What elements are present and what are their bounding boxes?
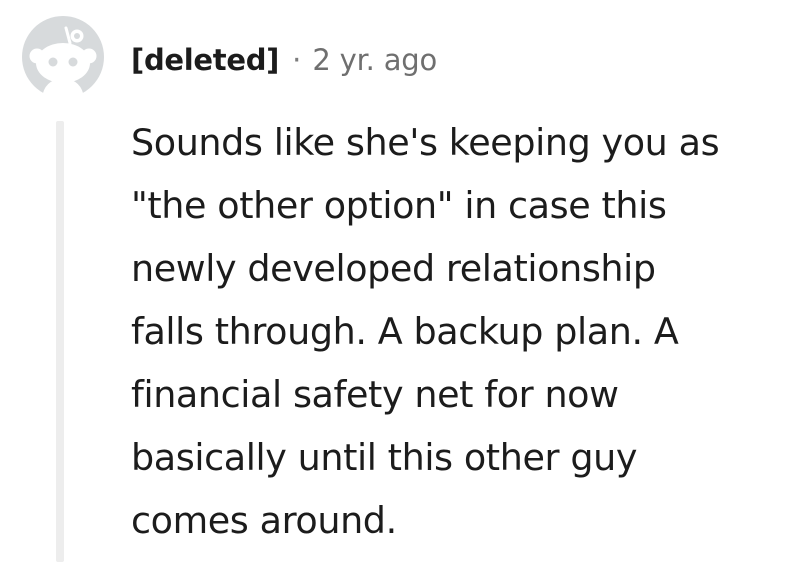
comment-body-line: newly developed relationship xyxy=(131,247,656,290)
comment-body-line: "the other option" in case this xyxy=(131,184,667,227)
meta-separator: · xyxy=(292,43,302,77)
comment-body-line: basically until this other guy xyxy=(131,436,638,479)
comment-timestamp[interactable]: 2 yr. ago xyxy=(312,43,437,77)
thread-line[interactable] xyxy=(56,121,64,562)
user-avatar-icon[interactable] xyxy=(22,16,104,98)
comment-body-line: comes around. xyxy=(131,499,397,542)
comment-body-line: financial safety net for now xyxy=(131,373,619,416)
comment-body-line: Sounds like she's keeping you as xyxy=(131,121,720,164)
snoo-avatar-svg xyxy=(22,16,104,98)
comment-meta: [deleted] · 2 yr. ago xyxy=(131,38,437,82)
comment-body: Sounds like she's keeping you as "the ot… xyxy=(131,111,801,552)
comment-body-line: falls through. A backup plan. A xyxy=(131,310,679,353)
comment-author[interactable]: [deleted] xyxy=(131,43,279,77)
comment-container: [deleted] · 2 yr. ago Sounds like she's … xyxy=(0,0,808,562)
